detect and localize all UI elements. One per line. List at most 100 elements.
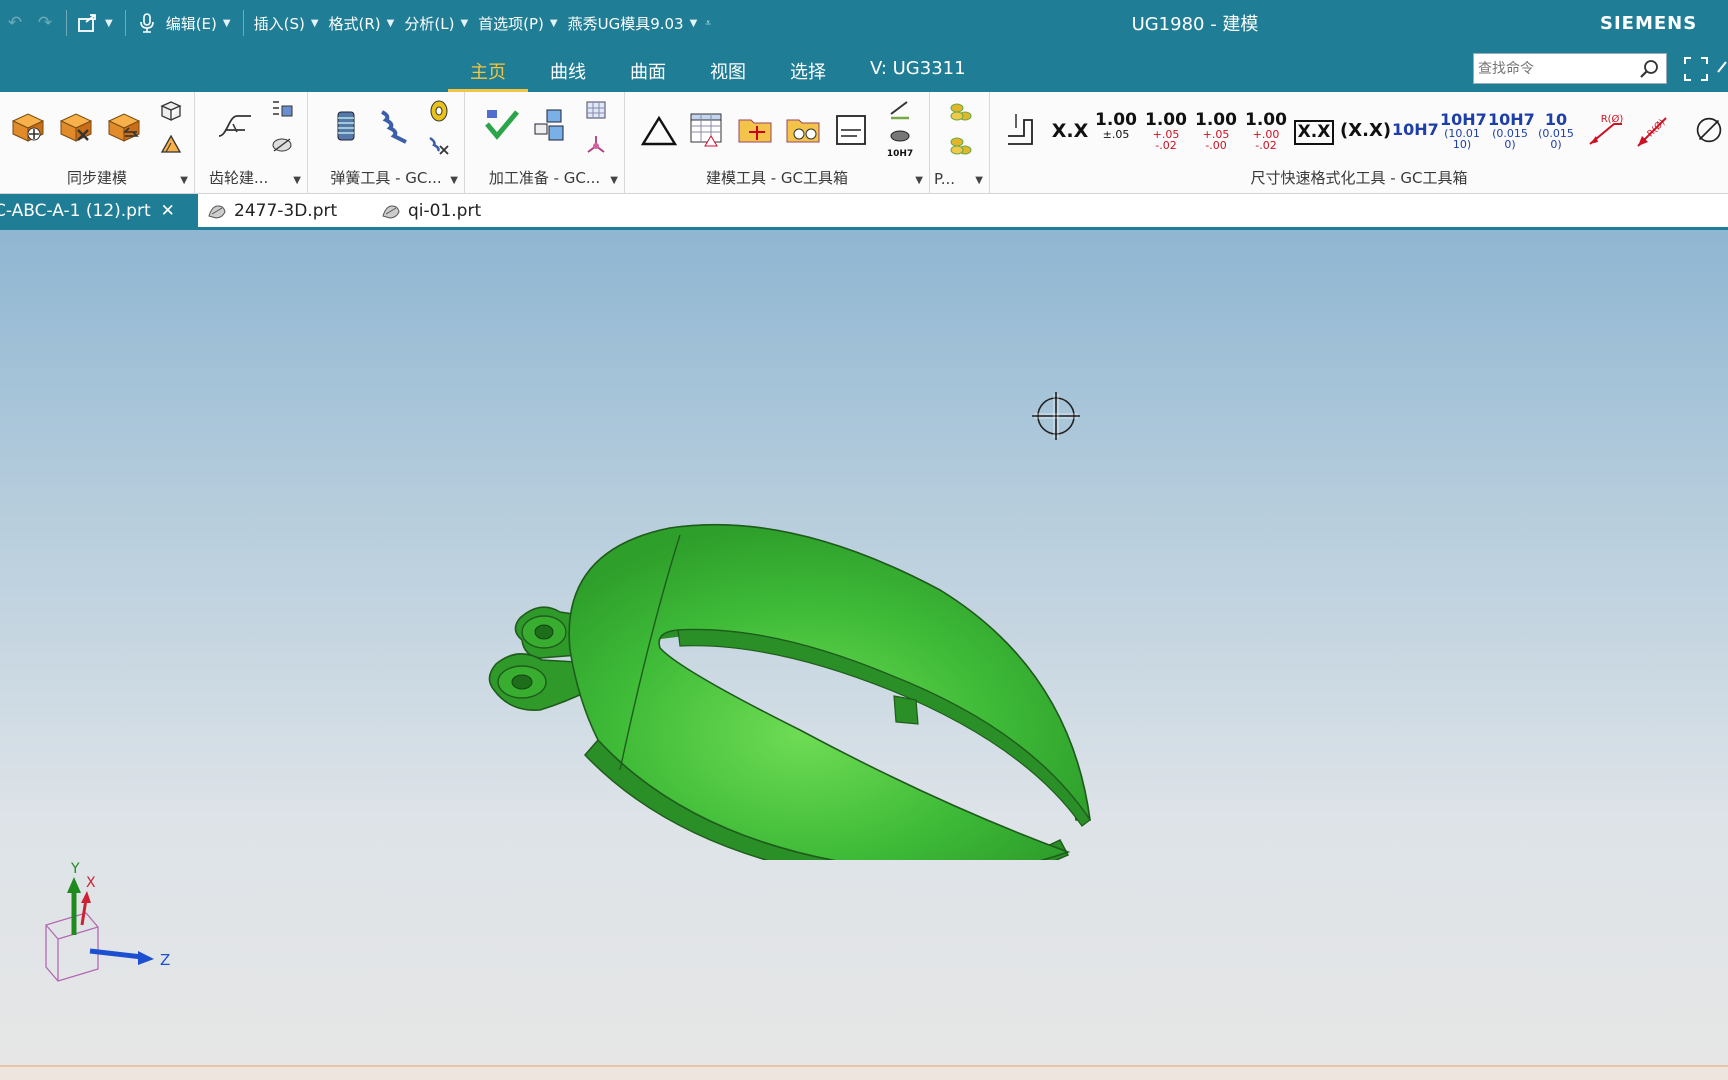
move-face-icon[interactable] [8,106,48,146]
chevron-down-icon[interactable]: ▼ [460,18,468,29]
measure-icon[interactable] [887,96,913,122]
chevron-down-icon[interactable]: ▼ [293,175,301,186]
file-tab-label: C-ABC-A-1 (12).prt [0,200,151,221]
format-xx-button[interactable]: X.X [1050,122,1090,141]
menu-edit[interactable]: 编辑(E) [162,13,221,34]
disc-spring-icon[interactable] [426,98,452,124]
format-reference-button[interactable]: (X.X) [1340,122,1391,140]
close-icon[interactable]: ✕ [161,201,175,221]
coins-icon[interactable] [948,98,974,124]
radius-diagonal-icon[interactable]: R(Ø) [1632,110,1672,150]
tab-surface[interactable]: 曲面 [608,52,688,92]
group-label: 同步建模 [66,169,127,187]
chevron-down-icon[interactable]: ▼ [180,175,188,186]
window-switch-icon[interactable] [77,12,99,34]
toolbar-divider [242,10,244,36]
microphone-icon[interactable] [136,12,158,34]
delete-spring-icon[interactable] [426,132,452,158]
menu-preferences[interactable]: 首选项(P) [474,13,548,34]
customize-toolbar-icon[interactable]: ⩡ [705,18,711,29]
offset-region-icon[interactable] [158,98,184,124]
group-spring-tools: 弹簧工具 - GC... ▼ [308,92,465,194]
format-tolerance-button[interactable]: 10 (0.015 0) [1536,112,1576,151]
siemens-logo: SIEMENS [1600,13,1698,34]
gear-tool-icon[interactable] [269,98,295,124]
gear-curve-icon[interactable] [215,106,255,146]
coins-stack-icon[interactable] [948,132,974,158]
chevron-down-icon[interactable]: ▼ [975,175,983,186]
gear-mesh-icon[interactable] [269,132,295,158]
group-label: 弹簧工具 - GC... [330,169,442,187]
chevron-down-icon[interactable]: ▼ [387,18,395,29]
view-triad-icon[interactable]: Y X Z [38,855,198,1015]
check-geometry-icon[interactable] [481,106,521,146]
chevron-down-icon[interactable]: ▼ [223,18,231,29]
format-fit-limits-button[interactable]: 10H7 (10.01 10) [1440,112,1487,151]
file-tab-active[interactable]: C-ABC-A-1 (12).prt ✕ [0,194,198,227]
triangle-icon[interactable] [639,110,679,150]
group-synchronous-modeling: 同步建模 ▼ [0,92,195,194]
folder-settings-icon[interactable] [783,110,823,150]
datum-csys-icon[interactable] [583,132,609,158]
collapse-ribbon-icon[interactable] [1716,56,1728,80]
search-icon[interactable] [1638,58,1660,80]
compression-spring-icon[interactable] [326,106,366,146]
tab-ug3311[interactable]: V: UG3311 [848,52,988,92]
toolbar-divider [66,10,67,36]
menu-format[interactable]: 格式(R) [325,13,385,34]
search-input[interactable] [1474,54,1634,83]
redo-icon[interactable]: ↷ [34,12,56,34]
group-label: 建模工具 - GC工具箱 [705,169,849,187]
axis-label-x: X [86,875,96,891]
file-tab[interactable]: qi-01.prt [380,194,481,227]
undo-icon[interactable]: ↶ [4,12,26,34]
menu-insert[interactable]: 插入(S) [250,13,309,34]
add-folder-icon[interactable] [735,110,775,150]
tab-select[interactable]: 选择 [768,52,848,92]
group-label: 加工准备 - GC... [488,169,601,187]
menu-yanxiu-mold[interactable]: 燕秀UG模具9.03 [564,13,688,34]
tab-view[interactable]: 视图 [688,52,768,92]
format-lower-button[interactable]: 1.00 +.00 -.02 [1244,112,1288,152]
tab-home[interactable]: 主页 [448,52,528,92]
toolbar-divider [124,10,126,36]
format-fit-button[interactable]: 10H7 [1392,122,1439,138]
file-tabs: C-ABC-A-1 (12).prt ✕ 2477-3D.prt qi-01.p… [0,194,1728,230]
baseline-dimension-icon[interactable] [1002,110,1042,150]
part-file-icon [382,204,400,219]
feature-tree-icon[interactable] [529,106,569,146]
replace-face-icon[interactable] [104,106,144,146]
draft-face-icon[interactable] [158,132,184,158]
crosshair-cursor-icon [1032,392,1080,440]
chevron-down-icon[interactable]: ▼ [690,18,698,29]
document-icon[interactable] [831,110,871,150]
extension-spring-icon[interactable] [374,106,414,146]
table-config-icon[interactable] [583,98,609,124]
format-symmetric-button[interactable]: 1.00 ±.05 [1094,112,1138,141]
format-upper-button[interactable]: 1.00 +.05 -.00 [1194,112,1238,152]
tab-curve[interactable]: 曲线 [528,52,608,92]
chevron-down-icon[interactable]: ▼ [311,18,319,29]
spreadsheet-icon[interactable] [687,110,727,150]
chevron-down-icon[interactable]: ▼ [610,175,618,186]
fullscreen-icon[interactable] [1682,55,1710,83]
group-machining-prep: 加工准备 - GC... ▼ [465,92,625,194]
radius-leader-icon[interactable]: R(Ø) [1584,110,1624,150]
chevron-down-icon[interactable]: ▼ [450,175,458,186]
status-bar [0,1065,1728,1080]
menu-analysis[interactable]: 分析(L) [400,13,458,34]
fit-tolerance-icon[interactable]: 10H7 [887,126,913,160]
diameter-icon[interactable] [1690,110,1728,150]
format-bilateral-button[interactable]: 1.00 +.05 -.02 [1144,112,1188,152]
file-tab[interactable]: 2477-3D.prt [206,194,337,227]
delete-face-icon[interactable] [56,106,96,146]
graphics-viewport[interactable]: Y X Z [0,230,1728,1065]
format-basic-button[interactable]: X.X [1294,120,1334,145]
format-fit-tolerance-button[interactable]: 10H7 (0.015 0) [1488,112,1535,151]
chevron-down-icon[interactable]: ▼ [550,18,558,29]
chevron-down-icon[interactable]: ▼ [105,18,113,29]
chevron-down-icon[interactable]: ▼ [915,175,923,186]
green-part-model[interactable] [470,400,1190,860]
quick-access-toolbar: ↶ ↷ ▼ 编辑(E) ▼ 插入(S) ▼ 格式(R) ▼ 分析(L) ▼ 首选… [0,8,717,38]
group-label: 齿轮建... [209,169,269,187]
